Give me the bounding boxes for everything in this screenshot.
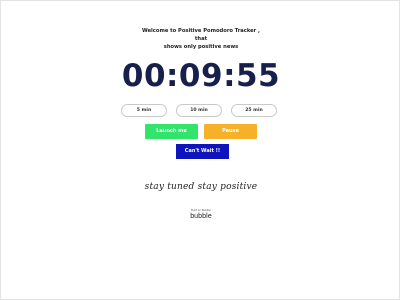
badge-bubble-logo: bubble (190, 213, 212, 220)
bubble-badge[interactable]: Built on Bubble bubble (186, 209, 216, 223)
pause-button[interactable]: Pause (204, 124, 257, 139)
page-container: Welcome to Positive Pomodoro Tracker , t… (0, 0, 400, 300)
duration-10-min-button[interactable]: 10 min (176, 104, 222, 117)
duration-25-min-button[interactable]: 25 min (231, 104, 277, 117)
tagline: stay tuned stay positive (144, 182, 258, 192)
cant-wait-button[interactable]: Can't Wait !! (176, 144, 229, 159)
timer-display: 00:09:55 (121, 58, 281, 94)
welcome-text: Welcome to Positive Pomodoro Tracker , t… (141, 27, 261, 51)
duration-options: 5 min 10 min 25 min (121, 104, 279, 117)
launch-button[interactable]: Launch me (145, 124, 198, 139)
welcome-line-2: shows only positive news (163, 44, 239, 50)
welcome-line-1: Welcome to Positive Pomodoro Tracker , t… (141, 28, 261, 42)
duration-5-min-button[interactable]: 5 min (121, 104, 167, 117)
